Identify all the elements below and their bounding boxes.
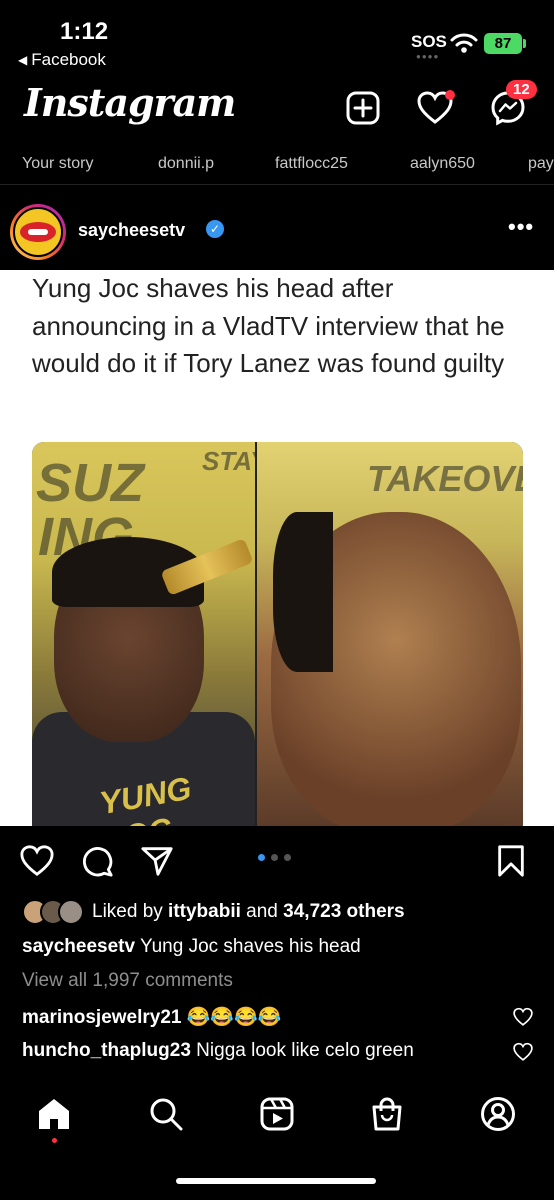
plus-square-icon <box>346 91 380 125</box>
instagram-logo[interactable]: Instagram <box>24 80 236 125</box>
comment-like-heart-icon[interactable] <box>513 1007 533 1027</box>
likes-count[interactable]: 34,723 others <box>283 901 404 922</box>
nav-search[interactable] <box>146 1094 186 1134</box>
reels-icon <box>260 1097 294 1131</box>
messages-badge: 12 <box>506 80 537 99</box>
back-arrow-icon: ◀ <box>18 53 28 67</box>
comment-username[interactable]: huncho_thaplug23 <box>22 1040 191 1061</box>
caption-text: Yung Joc shaves his head <box>135 936 361 957</box>
post-caption: saycheesetv Yung Joc shaves his head <box>22 936 361 958</box>
nav-reels[interactable] <box>257 1094 297 1134</box>
comment-username[interactable]: marinosjewelry21 <box>22 1007 181 1028</box>
home-active-dot <box>52 1138 57 1143</box>
post-header: saycheesetv ✓ ••• <box>0 196 554 268</box>
post-author-username[interactable]: saycheesetv <box>78 220 185 241</box>
back-app-label: Facebook <box>31 50 106 69</box>
likes-row[interactable]: Liked by ittybabii and 34,723 others <box>22 898 405 926</box>
home-icon <box>39 1099 69 1129</box>
hair <box>273 512 333 672</box>
verified-badge-icon: ✓ <box>206 220 224 238</box>
post-author-avatar[interactable] <box>10 204 66 260</box>
nav-profile[interactable] <box>478 1094 518 1134</box>
signal-bars-icon: ●●●● <box>416 52 440 61</box>
share-icon[interactable] <box>140 844 174 878</box>
signal-status: SOS <box>411 32 447 51</box>
liked-by-user[interactable]: ittybabii <box>168 901 241 922</box>
story-item[interactable]: donnii.p <box>158 155 214 173</box>
battery-tip <box>523 39 526 48</box>
likes-prefix: Liked by <box>92 901 169 922</box>
liker-avatar <box>58 899 84 925</box>
comment-text: 😂😂😂😂 <box>181 1007 282 1028</box>
post-actions <box>0 826 554 892</box>
nav-home[interactable] <box>34 1094 74 1134</box>
status-bar: 1:12 ◀ Facebook SOS ●●●● 87 <box>0 0 554 78</box>
comment-text: Nigga look like celo green <box>190 1040 414 1061</box>
likes-and: and <box>240 901 284 922</box>
story-item[interactable]: aalyn650 <box>410 155 475 173</box>
likes-text: Liked by ittybabii and 34,723 others <box>92 901 405 923</box>
app-header: Instagram 12 <box>0 78 554 140</box>
carousel-dot <box>284 854 291 861</box>
home-indicator[interactable] <box>176 1178 376 1184</box>
view-all-comments-link[interactable]: View all 1,997 comments <box>22 970 233 992</box>
comment-item: huncho_thaplug23 Nigga look like celo gr… <box>22 1040 414 1062</box>
story-item[interactable]: pay <box>528 155 554 173</box>
notification-dot <box>445 90 455 100</box>
profile-icon <box>481 1097 515 1131</box>
story-item[interactable]: fattflocc25 <box>275 155 348 173</box>
comment-icon[interactable] <box>80 844 114 878</box>
carousel-dot <box>258 854 265 861</box>
post-media[interactable]: Yung Joc shaves his head after announcin… <box>0 270 554 826</box>
post-headline-text: Yung Joc shaves his head after announcin… <box>32 273 505 378</box>
caption-username[interactable]: saycheesetv <box>22 936 135 957</box>
search-icon <box>150 1098 183 1131</box>
carousel-indicator <box>258 854 291 861</box>
wifi-icon <box>450 33 478 53</box>
stories-strip: Your story donnii.p fattflocc25 aalyn650… <box>0 145 554 185</box>
avatar-image <box>13 207 63 257</box>
clock: 1:12 <box>60 18 109 45</box>
backdrop-text: SUZ <box>36 453 144 513</box>
comment-like-heart-icon[interactable] <box>513 1042 533 1062</box>
comment-item: marinosjewelry21 😂😂😂😂 <box>22 1005 281 1029</box>
bottom-nav-bar <box>0 1080 554 1200</box>
battery-indicator: 87 <box>484 33 522 54</box>
photo-before: SUZ ING STAY YUNG JOC <box>32 442 267 826</box>
messages-button[interactable]: 12 <box>488 80 537 128</box>
nav-shop[interactable] <box>367 1094 407 1134</box>
notifications-button[interactable] <box>415 88 455 128</box>
post-photo: SUZ ING STAY YUNG JOC TAKEOVER <box>32 442 523 826</box>
story-your-story[interactable]: Your story <box>22 155 93 173</box>
back-to-app-link[interactable]: ◀ Facebook <box>18 50 106 70</box>
battery-level: 87 <box>494 35 512 52</box>
backdrop-text: TAKEOVER <box>367 458 523 499</box>
carousel-dot <box>271 854 278 861</box>
shopping-bag-icon <box>372 1097 402 1131</box>
like-heart-icon[interactable] <box>20 844 54 878</box>
save-bookmark-icon[interactable] <box>494 844 528 878</box>
photo-after: TAKEOVER <box>257 442 523 826</box>
lips-logo-icon <box>20 222 56 242</box>
new-post-button[interactable] <box>343 88 383 128</box>
more-options-icon[interactable]: ••• <box>508 214 534 240</box>
